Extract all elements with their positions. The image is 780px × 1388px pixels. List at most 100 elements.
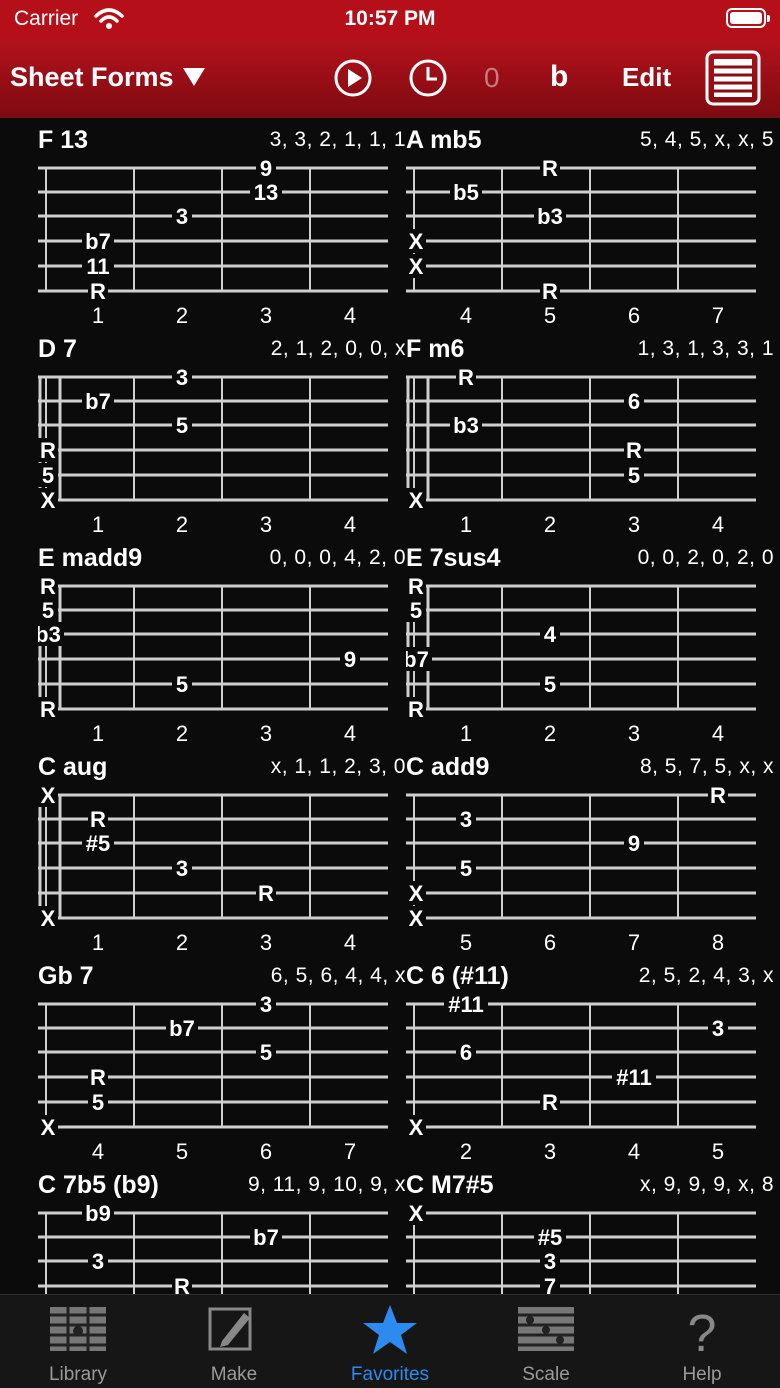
note-label: b7 [169, 1016, 195, 1041]
flat-toggle-button[interactable]: b [550, 60, 568, 94]
chord-name: C add9 [406, 753, 490, 781]
chord-diagram[interactable]: 4 5 6 7 Rb5 b3 X X R A mb5 5, 4, 5, x, x, 5 [406, 118, 776, 327]
chord-fingering: 0, 0, 2, 0, 2, 0 [637, 546, 774, 569]
scale-icon [518, 1307, 574, 1351]
fret-number: 4 [344, 512, 356, 536]
chord-fingering: 8, 5, 7, 5, x, x [639, 755, 774, 778]
fret-number: 4 [628, 1139, 640, 1163]
note-label: R [40, 697, 56, 722]
chord-fingering: 3, 3, 2, 1, 1, 1 [269, 128, 406, 151]
chord-diagram[interactable]: X #5 3 7 C M7#5 x, 9, 9, 9, x, 8 [406, 1163, 776, 1294]
tab-library[interactable]: Library [0, 1295, 156, 1388]
note-label: X [409, 1115, 424, 1140]
chord-diagram[interactable]: 1 2 3 4 R 5 4 b7 5 R E 7sus4 0, 0, 2, 0, 2, 0 [406, 536, 776, 745]
tab-bar: Library Make Favorites Scale? Help [0, 1294, 780, 1388]
fret-number: 3 [260, 930, 272, 954]
note-label: 9 [344, 647, 356, 672]
edit-button[interactable]: Edit [622, 62, 671, 93]
fret-number: 7 [712, 303, 724, 327]
fret-number: 1 [92, 303, 104, 327]
fret-number: 3 [628, 512, 640, 536]
chord-fingering: x, 9, 9, 9, x, 8 [639, 1173, 774, 1196]
note-label: b7 [85, 229, 111, 254]
clock-time: 10:57 PM [344, 7, 436, 30]
chord-diagram[interactable]: 1 2 3 4 3 b7 5 R 5 X D 7 2, 1, 2, 0, 0, x [38, 327, 408, 536]
note-label: 6 [460, 1040, 472, 1065]
sheet-list-icon[interactable] [705, 50, 761, 106]
chord-diagram[interactable]: 2 3 4 5 #11 3 6 #11 R X C 6 (#11) 2, 5, 2, 4, 3, x [406, 954, 776, 1163]
note-label: 13 [254, 180, 278, 205]
tab-make[interactable]: Make [156, 1295, 312, 1388]
note-label: R [626, 438, 642, 463]
note-label: R [408, 697, 424, 722]
metronome-clock-icon[interactable] [408, 58, 448, 98]
fret-number: 3 [544, 1139, 556, 1163]
tab-favorites[interactable]: Favorites [312, 1295, 468, 1388]
fret-number: 1 [92, 512, 104, 536]
pencil-icon [208, 1307, 252, 1351]
sheet-forms-title[interactable]: Sheet Forms [10, 62, 174, 93]
chord-name: F 13 [38, 126, 89, 154]
note-label: 3 [176, 856, 188, 881]
chord-name: C aug [38, 753, 108, 781]
note-label: 9 [260, 156, 272, 181]
play-icon[interactable] [333, 58, 373, 98]
note-label: X [409, 906, 424, 931]
note-label: X [409, 881, 424, 906]
chord-diagram[interactable]: 1 2 3 4 R 6 b3 R 5 X F m6 1, 3, 1, 3, 3, 1 [406, 327, 776, 536]
note-label: R [710, 783, 726, 808]
note-label: R [542, 156, 558, 181]
note-label: b7 [253, 1225, 279, 1250]
note-label: 3 [92, 1249, 104, 1274]
chord-name: C M7#5 [406, 1171, 494, 1199]
chord-name: E 7sus4 [406, 544, 501, 572]
fret-number: 4 [460, 303, 472, 327]
fret-number: 2 [176, 512, 188, 536]
fret-number: 2 [176, 303, 188, 327]
chord-diagram[interactable]: 1 2 3 4 9 13 3 b7 11 R F 13 3, 3, 2, 1, 1, 1 [38, 118, 408, 327]
fret-number: 3 [628, 721, 640, 745]
library-icon [50, 1307, 106, 1351]
note-label: 5 [176, 672, 188, 697]
note-label: 5 [42, 598, 54, 623]
chord-fingering: 2, 5, 2, 4, 3, x [638, 964, 774, 987]
chord-diagram[interactable]: 1 2 3 4 R 5 b3 9 5 R E madd9 0, 0, 0, 4, 2, 0 [38, 536, 408, 745]
dropdown-caret-icon[interactable] [183, 68, 205, 86]
fret-number: 7 [344, 1139, 356, 1163]
tab-help[interactable]: ? Help [624, 1295, 780, 1388]
fret-number: 4 [344, 721, 356, 745]
chord-diagram[interactable]: 1 2 3 4 X R #5 3 R X C aug x, 1, 1, 2, 3, 0 [38, 745, 408, 954]
fret-number: 2 [544, 512, 556, 536]
fret-number: 6 [628, 303, 640, 327]
fret-number: 5 [712, 1139, 724, 1163]
note-label: b5 [453, 180, 479, 205]
chord-diagram[interactable]: 5 6 7 8 R 3 9 5 XX C add9 8, 5, 7, 5, x, x [406, 745, 776, 954]
note-label: 5 [410, 598, 422, 623]
note-label: 3 [176, 204, 188, 229]
fret-number: 6 [260, 1139, 272, 1163]
note-label: b7 [406, 647, 429, 672]
note-label: 11 [86, 254, 109, 279]
note-label: X [409, 254, 424, 279]
note-label: b7 [85, 389, 111, 414]
chord-fingering: x, 1, 1, 2, 3, 0 [270, 755, 406, 778]
note-label: R [258, 881, 274, 906]
chord-diagram[interactable]: 4 5 6 7 3 b7 5 R 5 X Gb 7 6, 5, 6, 4, 4, x [38, 954, 408, 1163]
note-label: 5 [260, 1040, 272, 1065]
note-label: R [40, 438, 56, 463]
fret-number: 3 [260, 721, 272, 745]
chord-name: D 7 [38, 335, 77, 363]
help-icon: ? [688, 1305, 717, 1359]
fret-number: 1 [92, 721, 104, 745]
tab-scale[interactable]: Scale [468, 1295, 624, 1388]
fret-number: 7 [628, 930, 640, 954]
note-label: b3 [38, 622, 61, 647]
note-label: X [41, 783, 56, 808]
chord-diagram[interactable]: b9 b7 3 R C 7b5 (b9) 9, 11, 9, 10, 9, x [38, 1163, 408, 1294]
note-label: 5 [628, 463, 640, 488]
note-label: R [90, 279, 106, 304]
note-label: b3 [453, 413, 479, 438]
note-label: #11 [616, 1065, 652, 1090]
note-label: #5 [86, 831, 110, 856]
note-label: X [41, 906, 56, 931]
